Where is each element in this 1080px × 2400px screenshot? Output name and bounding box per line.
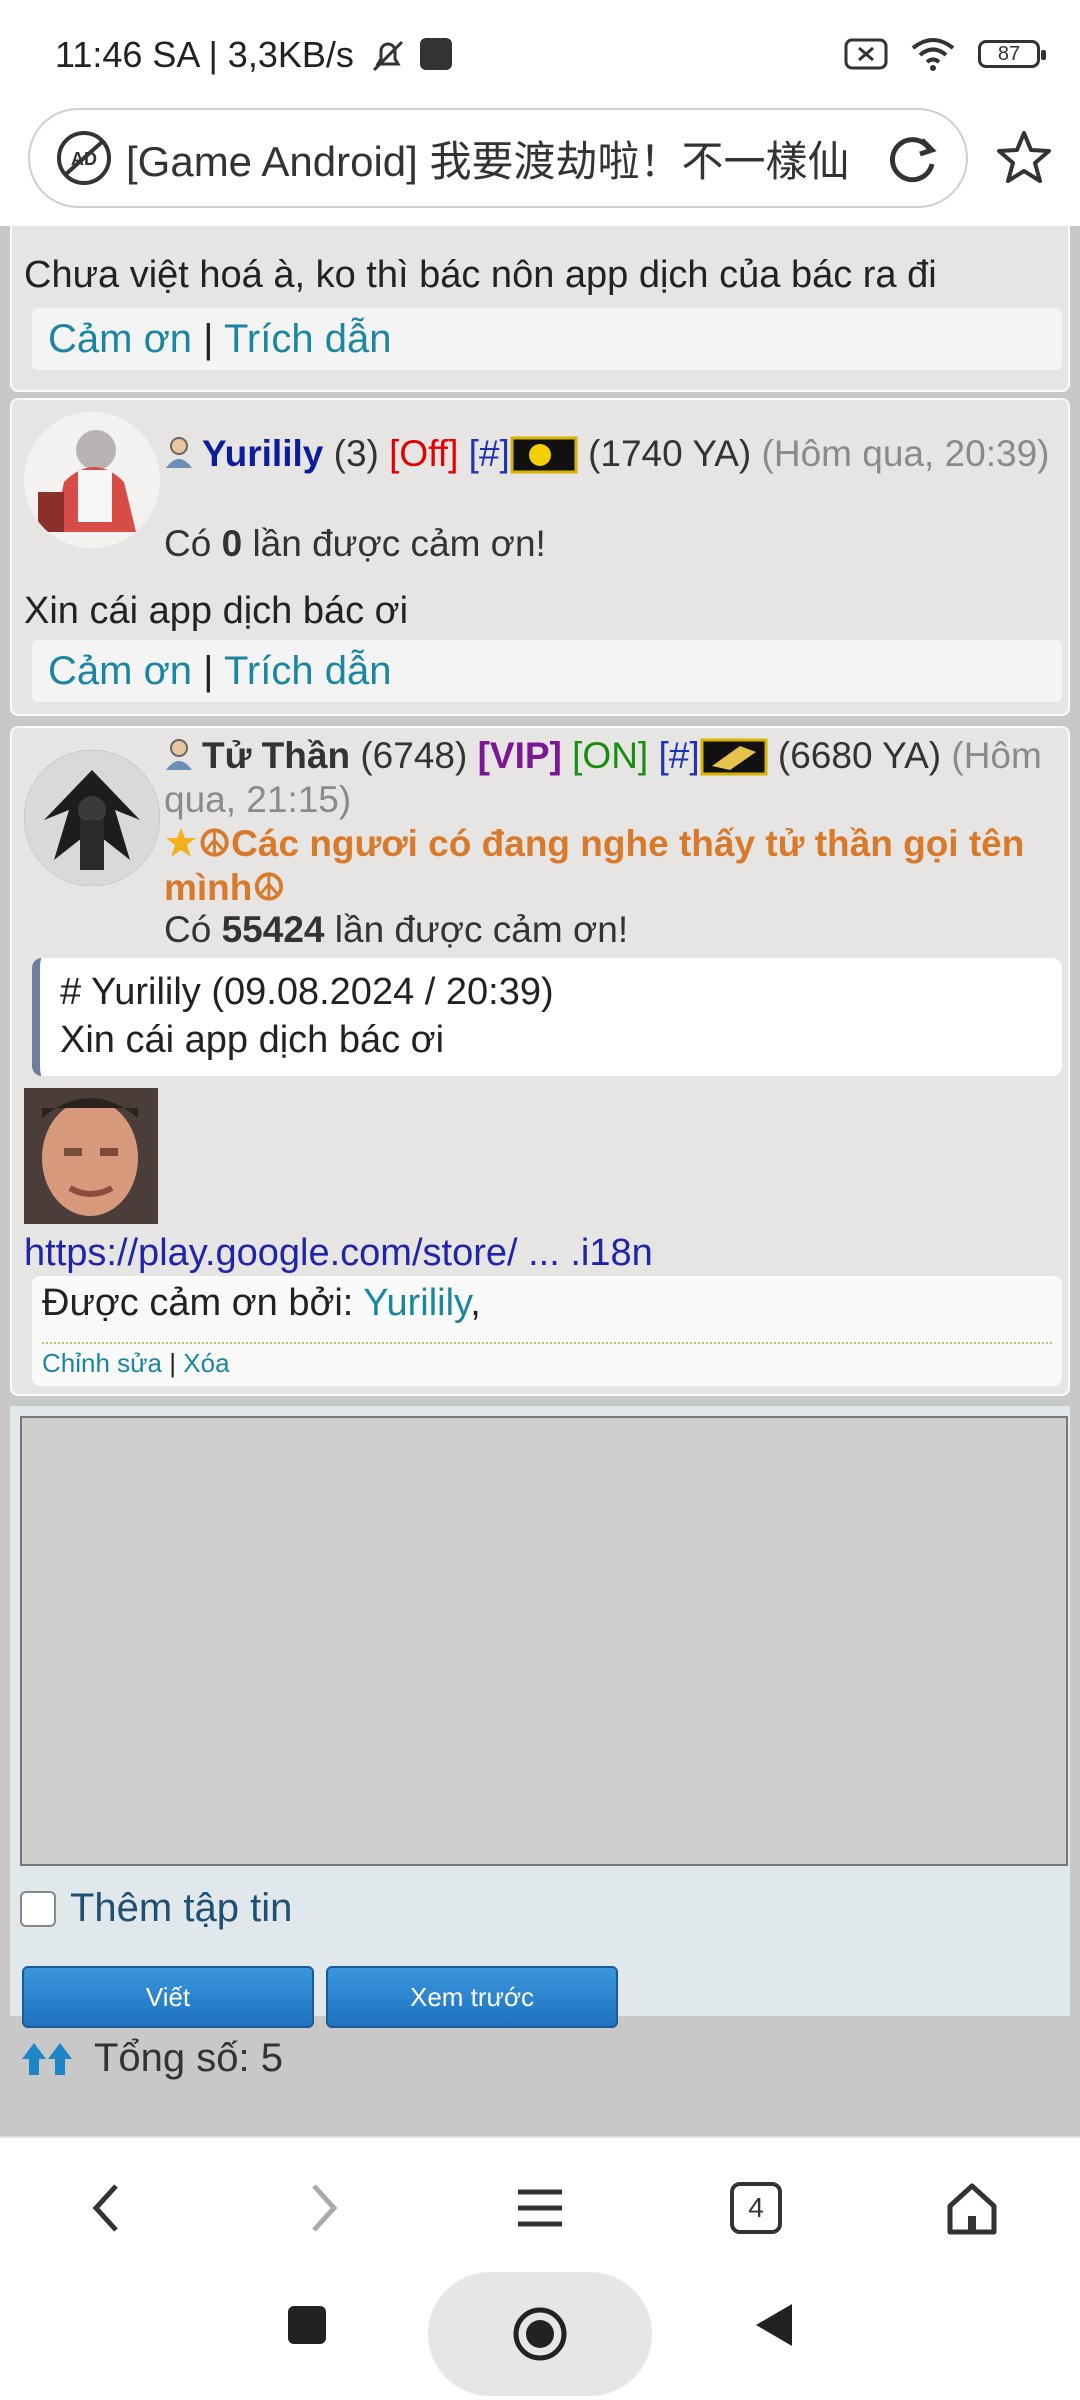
tabs-button[interactable]: 4 — [726, 2178, 786, 2238]
post-count: (3) — [333, 433, 379, 474]
thanked-by-tail: , — [470, 1282, 481, 1324]
quote-link[interactable]: Trích dẫn — [224, 649, 391, 693]
edit-link[interactable]: Chỉnh sửa — [42, 1348, 162, 1378]
reply-textarea[interactable] — [20, 1416, 1068, 1866]
system-nav-bar — [0, 2266, 1080, 2400]
url-text[interactable]: [Game Android] 我要渡劫啦！不一樣仙 — [126, 128, 896, 189]
attach-file-option[interactable]: Thêm tập tin — [20, 1886, 292, 1931]
divider — [42, 1342, 1052, 1344]
recent-apps-icon[interactable] — [288, 2306, 326, 2344]
up-arrows-icon[interactable] — [20, 2039, 76, 2079]
menu-icon[interactable] — [510, 2178, 570, 2238]
delete-link[interactable]: Xóa — [183, 1348, 229, 1378]
quote-body: Xin cái app dịch bác ơi — [60, 1019, 445, 1061]
user-icon — [166, 437, 192, 468]
home-icon[interactable] — [942, 2178, 1002, 2238]
thanks-info: Có 0 lần được cảm ơn! — [164, 522, 546, 566]
screen-record-icon — [844, 38, 888, 70]
avatar[interactable] — [24, 412, 160, 548]
home-circle-icon — [513, 2307, 567, 2361]
user-icon — [166, 739, 192, 770]
page-content: Chưa việt hoá à, ko thì bác nôn app dịch… — [0, 226, 1080, 2136]
thanks-suffix: lần được cảm ơn! — [252, 523, 546, 564]
preview-button[interactable]: Xem trước — [326, 1966, 618, 2028]
battery-icon: 87 — [978, 40, 1046, 68]
thanks-info: Có 55424 lần được cảm ơn! — [164, 908, 628, 952]
quote-link[interactable]: Trích dẫn — [224, 317, 391, 361]
thanks-suffix: lần được cảm ơn! — [334, 909, 629, 950]
status-time: 11:46 SA | 3,3KB/s — [55, 34, 354, 75]
tab-count: 4 — [748, 2192, 764, 2223]
thanked-by-user[interactable]: Yurilily — [363, 1282, 470, 1324]
quote-block: # Yurilily (09.08.2024 / 20:39) Xin cái … — [32, 958, 1062, 1076]
reload-icon[interactable] — [884, 130, 942, 188]
external-link[interactable]: https://play.google.com/store/ ... .i18n — [24, 1232, 653, 1275]
username[interactable]: Tử Thần — [202, 735, 350, 776]
hash-link[interactable]: [#] — [658, 735, 699, 776]
points: (1740 YA) — [588, 433, 752, 474]
thanks-prefix: Có — [164, 909, 212, 950]
browser-toolbar: AD [Game Android] 我要渡劫啦！不一樣仙 — [0, 108, 1080, 228]
browser-bottom-nav: 4 — [0, 2136, 1080, 2268]
post-actions: Cảm ơn | Trích dẫn — [32, 308, 1062, 370]
thanks-count: 55424 — [221, 909, 325, 950]
quote-header: # Yurilily (09.08.2024 / 20:39) — [60, 971, 554, 1013]
user-info-line: Yurilily (3) [Off] [#] (1740 YA) (Hôm qu… — [164, 432, 1064, 476]
forum-post: Yurilily (3) [Off] [#] (1740 YA) (Hôm qu… — [10, 398, 1070, 716]
thanks-count: 0 — [221, 523, 243, 564]
post-message: Chưa việt hoá à, ko thì bác nôn app dịch… — [24, 254, 937, 296]
separator: | — [203, 649, 214, 693]
notification-icon — [420, 38, 452, 70]
reply-form: Thêm tập tin Viết Xem trước — [10, 1406, 1070, 2028]
system-back-icon[interactable] — [752, 2300, 796, 2350]
attach-checkbox[interactable] — [20, 1890, 56, 1927]
online-status: [Off] — [389, 433, 459, 474]
username[interactable]: Yurilily — [202, 433, 323, 474]
post-message: Xin cái app dịch bác ơi — [24, 590, 409, 632]
home-pill[interactable] — [428, 2272, 652, 2396]
bookmark-star-icon[interactable] — [994, 128, 1054, 188]
attach-label[interactable]: Thêm tập tin — [70, 1886, 292, 1931]
rank-badge-icon — [700, 738, 768, 776]
post-count: (6748) — [360, 735, 468, 776]
user-title: ☮Các ngươi có đang nghe thấy tử thần gọi… — [164, 822, 1064, 910]
thanked-by-line: Được cảm ơn bởi: Yurilily, — [42, 1282, 481, 1325]
total-count: Tổng số: 5 — [20, 2036, 283, 2081]
thank-link[interactable]: Cảm ơn — [48, 649, 192, 693]
ad-block-icon[interactable]: AD — [56, 130, 112, 186]
forum-post: Chưa việt hoá à, ko thì bác nôn app dịch… — [10, 226, 1070, 392]
rank-badge-icon — [510, 436, 578, 474]
address-bar[interactable]: AD [Game Android] 我要渡劫啦！不一樣仙 — [28, 108, 968, 208]
thanks-prefix: Có — [164, 523, 212, 564]
status-bar: 11:46 SA | 3,3KB/s 87 — [0, 0, 1080, 108]
post-admin-actions: Chỉnh sửa | Xóa — [42, 1348, 230, 1379]
post-time: (Hôm qua, 20:39) — [761, 433, 1050, 474]
points: (6680 YA) — [777, 735, 942, 776]
thanked-by-label: Được cảm ơn bởi: — [42, 1282, 354, 1324]
thanked-by-box: Được cảm ơn bởi: Yurilily, Chỉnh sửa | X… — [32, 1276, 1062, 1386]
star-icon — [166, 828, 196, 857]
hash-link[interactable]: [#] — [469, 433, 510, 474]
total-text: Tổng số: 5 — [94, 2036, 284, 2080]
battery-level: 87 — [997, 42, 1021, 65]
forward-icon[interactable] — [292, 2178, 352, 2238]
user-title-text: ☮Các ngươi có đang nghe thấy tử thần gọi… — [164, 823, 1025, 908]
avatar[interactable] — [24, 750, 160, 886]
user-info-line: Tử Thần (6748) [VIP] [ON] [#] (6680 YA) … — [164, 734, 1064, 822]
back-icon[interactable] — [78, 2178, 138, 2238]
bell-off-icon — [372, 40, 404, 72]
post-actions: Cảm ơn | Trích dẫn — [32, 640, 1062, 702]
separator: | — [169, 1348, 177, 1378]
attached-image[interactable] — [24, 1088, 158, 1224]
vip-badge: [VIP] — [477, 735, 562, 776]
submit-button[interactable]: Viết — [22, 1966, 314, 2028]
online-status: [ON] — [572, 735, 649, 776]
thank-link[interactable]: Cảm ơn — [48, 317, 192, 361]
wifi-icon — [911, 38, 955, 71]
forum-post: Tử Thần (6748) [VIP] [ON] [#] (6680 YA) … — [10, 726, 1070, 1396]
separator: | — [203, 317, 214, 361]
